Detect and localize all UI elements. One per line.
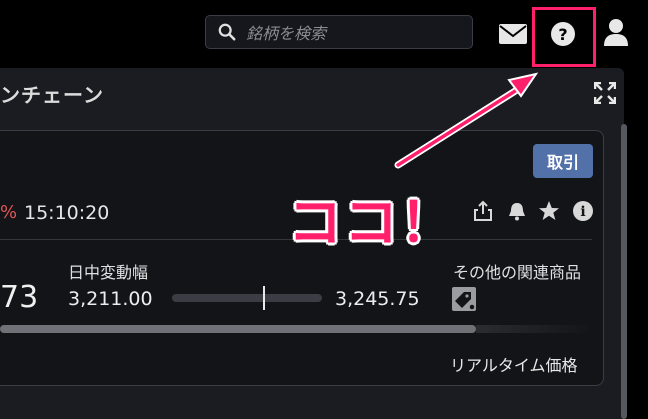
search-placeholder[interactable]: 銘柄を検索 [246,20,326,44]
search-box[interactable]: 銘柄を検索 [205,15,473,49]
trade-button[interactable]: 取引 [533,144,593,178]
last-price: 73 [0,280,39,315]
help-icon[interactable]: ? [550,21,576,47]
day-low: 3,211.00 [68,288,153,310]
horizontal-scrollbar-fade [476,325,592,333]
expand-icon[interactable] [594,82,616,104]
quote-time: 15:10:20 [24,202,110,224]
quote-card [0,130,604,386]
related-products-label[interactable]: その他の関連商品 [453,259,593,283]
vertical-scrollbar[interactable] [621,124,627,419]
day-high: 3,245.75 [335,288,420,310]
horizontal-scrollbar[interactable] [0,325,476,333]
svg-text:i: i [580,204,585,220]
change-percent: % [0,202,18,223]
realtime-price-label: リアルタイム価格 [450,356,578,375]
mail-icon[interactable] [499,24,527,44]
day-range-bar [172,294,322,302]
search-icon [218,23,236,41]
star-icon[interactable] [538,200,560,222]
user-icon[interactable] [604,18,628,46]
callout-text: ココ！ [288,191,456,254]
panel-title: ンチェーン [0,83,104,107]
related-tag-icon[interactable] [452,287,476,311]
bell-icon[interactable] [506,200,528,222]
day-range-marker [263,286,265,310]
svg-text:?: ? [558,25,567,44]
share-icon[interactable] [472,200,494,222]
day-range-label: 日中変動幅 [68,263,149,282]
info-icon[interactable]: i [572,200,594,222]
